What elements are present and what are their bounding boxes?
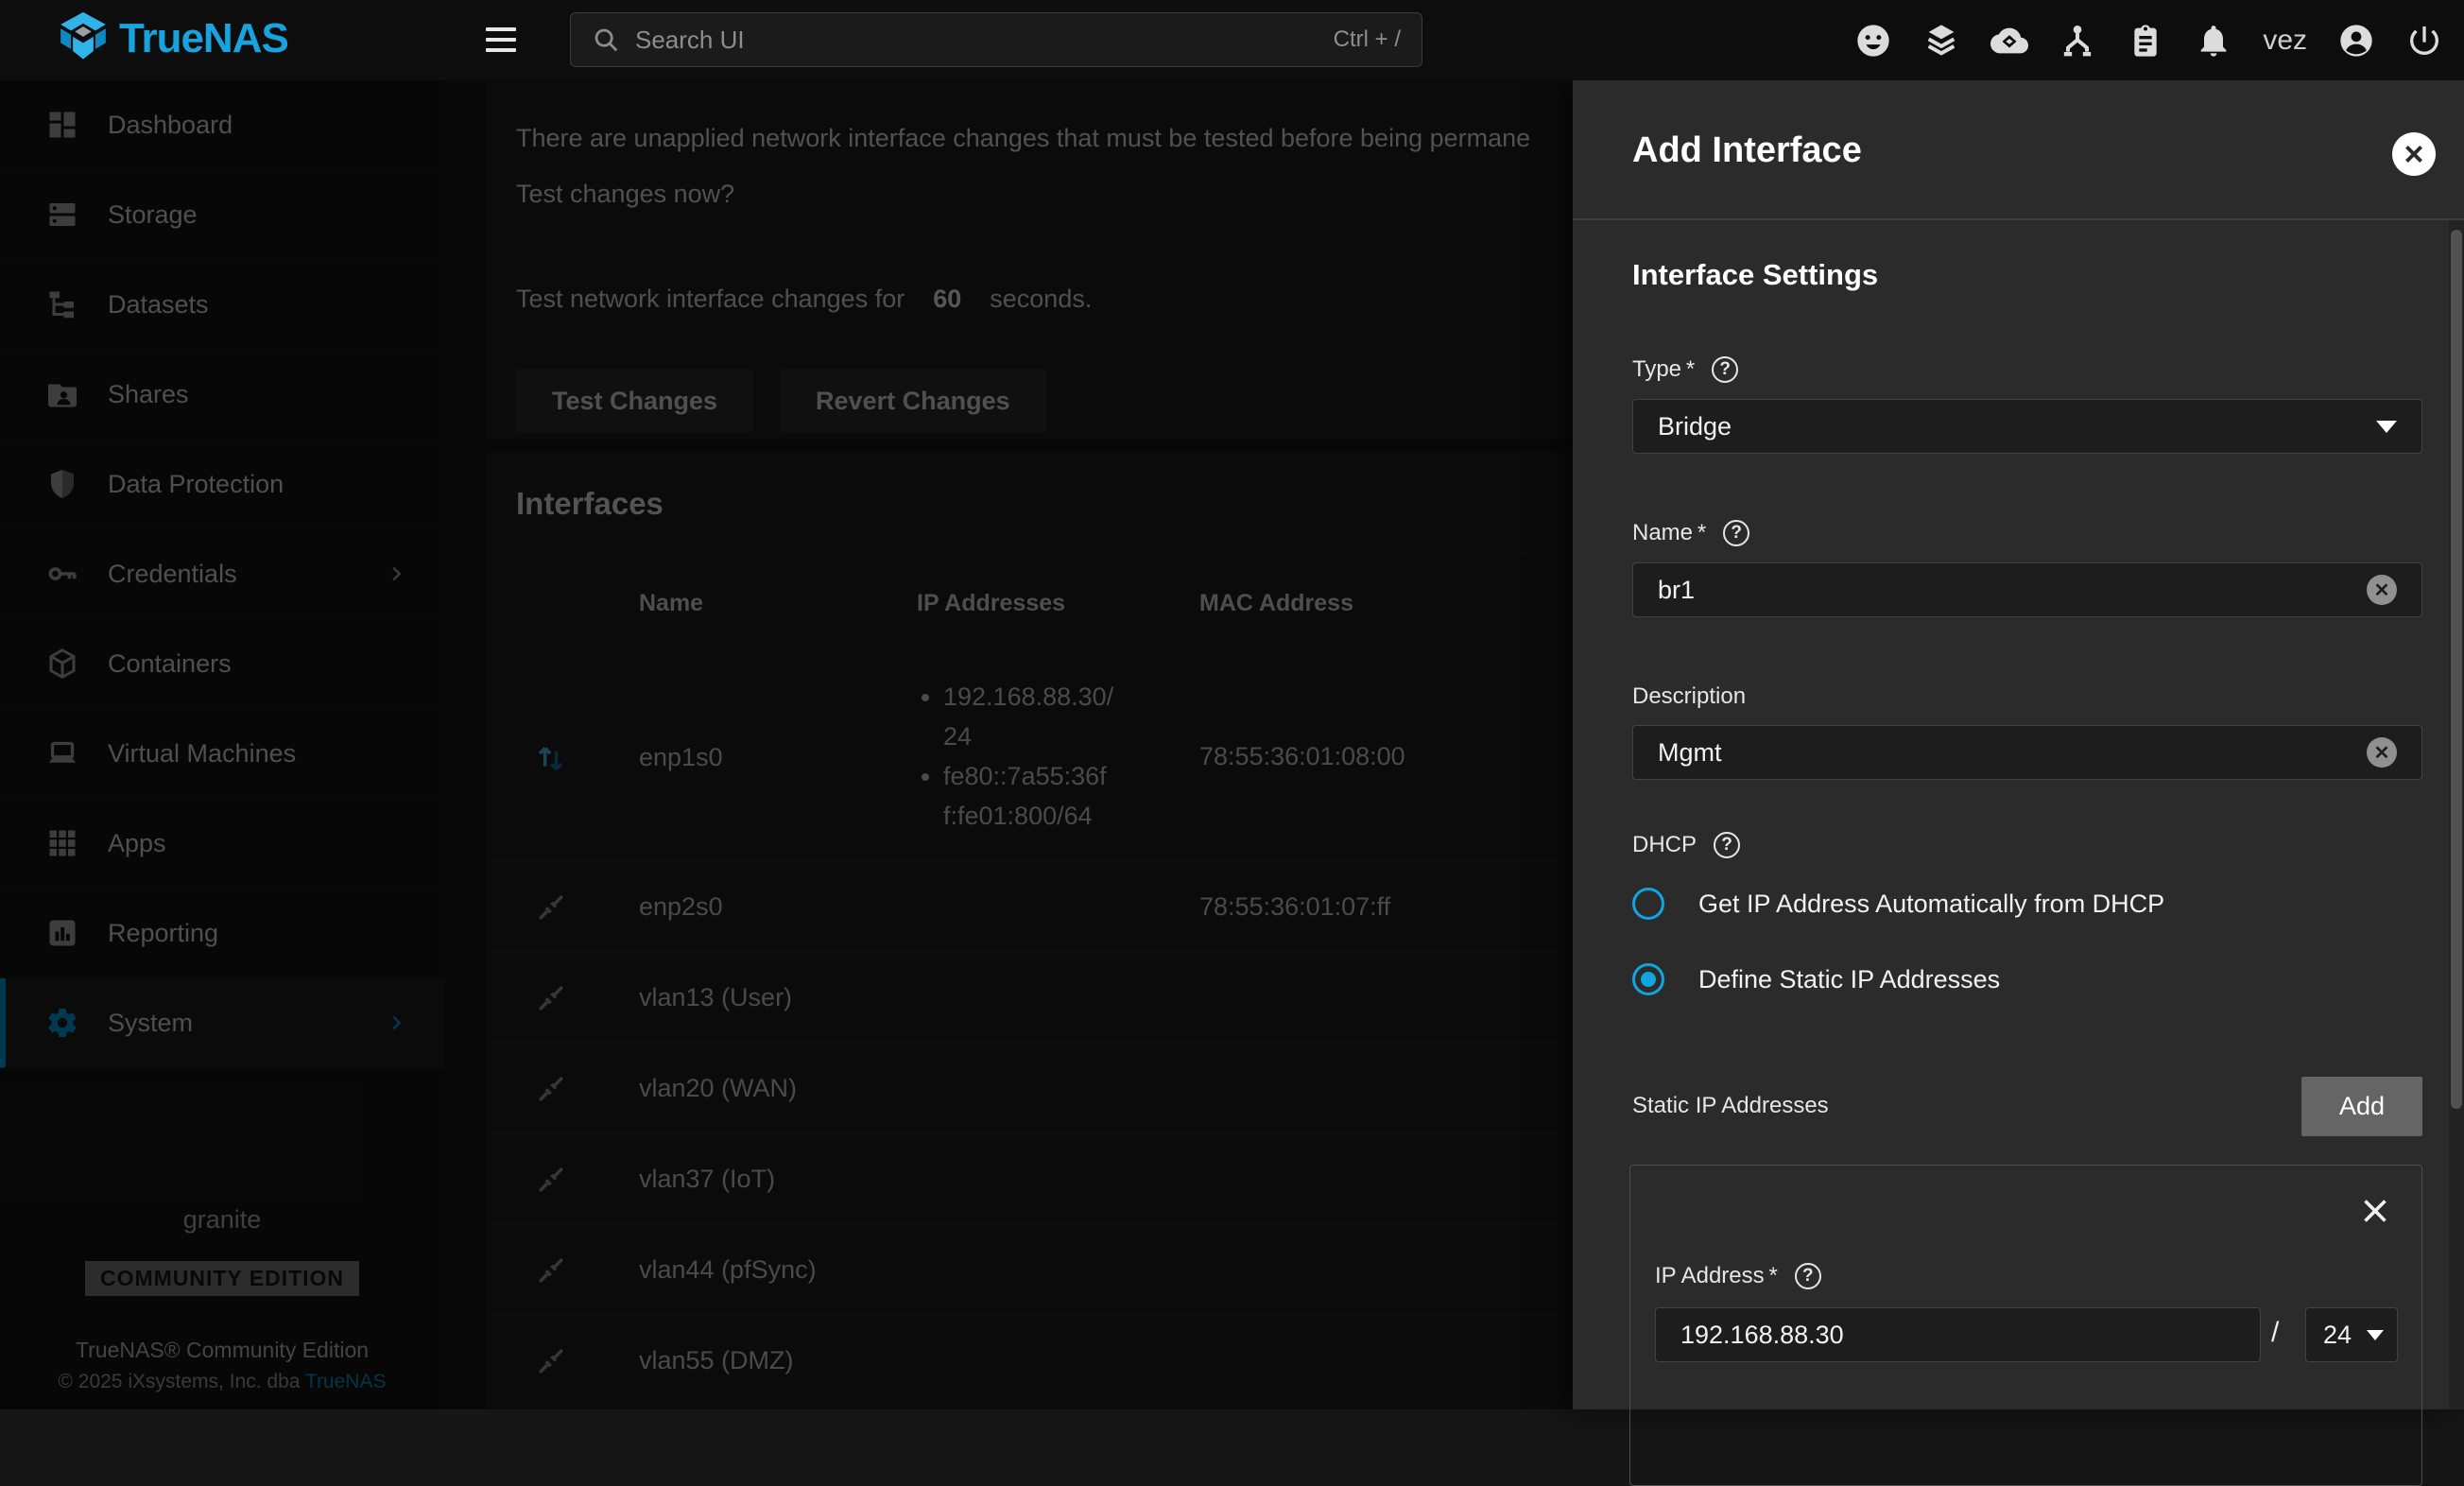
clear-input-icon[interactable]: ✕: [2367, 737, 2397, 768]
type-label-row: Type * ?: [1632, 356, 1738, 383]
cloud-connect-icon[interactable]: [1990, 22, 2028, 60]
truenas-logo-icon: [59, 11, 108, 66]
ip-address-label: IP Address *: [1655, 1263, 1778, 1289]
modal-backdrop[interactable]: [0, 80, 1573, 1409]
name-label-row: Name * ?: [1632, 520, 1749, 546]
chevron-down-icon: [2376, 421, 2397, 433]
clear-input-icon[interactable]: ✕: [2367, 575, 2397, 605]
radio-dhcp-static[interactable]: Define Static IP Addresses: [1632, 963, 2000, 995]
panel-scrollbar-track: [2449, 220, 2464, 1409]
truecommand-icon[interactable]: [1922, 22, 1960, 60]
user-avatar[interactable]: [2337, 22, 2375, 60]
close-icon[interactable]: [2392, 132, 2436, 176]
help-icon[interactable]: ?: [1723, 520, 1749, 546]
global-search[interactable]: Ctrl + /: [570, 12, 1422, 67]
ip-address-label-row: IP Address * ?: [1655, 1263, 1821, 1289]
help-icon[interactable]: ?: [1714, 832, 1740, 858]
static-ip-entry-card: IP Address * ? / 24: [1629, 1165, 2422, 1486]
dhcp-label-row: DHCP ?: [1632, 832, 1740, 858]
radio-selected-icon: [1632, 963, 1664, 995]
feedback-smiley-icon[interactable]: [1854, 22, 1892, 60]
notifications-bell-icon[interactable]: [2195, 22, 2232, 60]
ip-address-field: [1655, 1307, 2261, 1362]
description-label-row: Description: [1632, 683, 1746, 710]
tasks-clipboard-icon[interactable]: [2127, 22, 2164, 60]
remove-entry-icon[interactable]: [2358, 1194, 2392, 1228]
description-field: ✕: [1632, 725, 2422, 780]
topbar-actions: vez: [1854, 0, 2443, 80]
menu-hamburger-icon[interactable]: [486, 21, 522, 59]
radio-dhcp-auto[interactable]: Get IP Address Automatically from DHCP: [1632, 888, 2164, 920]
help-icon[interactable]: ?: [1795, 1263, 1821, 1289]
section-title: Interface Settings: [1632, 258, 1878, 292]
help-icon[interactable]: ?: [1712, 356, 1738, 383]
add-interface-panel: Add Interface Interface Settings Type * …: [1573, 80, 2464, 1409]
type-label: Type *: [1632, 356, 1695, 383]
add-static-ip-button[interactable]: Add: [2301, 1077, 2422, 1136]
ip-prefix-separator: /: [2271, 1317, 2279, 1349]
dhcp-label: DHCP: [1632, 832, 1697, 858]
power-icon[interactable]: [2405, 22, 2443, 60]
description-input[interactable]: [1658, 738, 2367, 768]
logo-text: TrueNAS: [119, 15, 288, 62]
panel-title: Add Interface: [1632, 80, 1862, 220]
search-input[interactable]: [635, 26, 1334, 55]
type-select[interactable]: Bridge: [1632, 399, 2422, 454]
jobs-icon[interactable]: [2059, 22, 2096, 60]
static-ip-label: Static IP Addresses: [1632, 1093, 1829, 1119]
prefix-length-select[interactable]: 24: [2305, 1307, 2398, 1362]
panel-header: Add Interface: [1573, 80, 2464, 220]
ip-address-input[interactable]: [1680, 1321, 2235, 1350]
search-shortcut-hint: Ctrl + /: [1334, 26, 1401, 53]
search-icon: [592, 26, 620, 54]
truenas-logo[interactable]: TrueNAS: [59, 11, 288, 66]
panel-scrollbar-thumb[interactable]: [2451, 230, 2462, 1109]
chevron-down-icon: [2367, 1330, 2384, 1340]
name-input[interactable]: [1658, 576, 2367, 605]
name-label: Name *: [1632, 520, 1706, 546]
top-bar: TrueNAS Ctrl + /: [0, 0, 2464, 80]
description-label: Description: [1632, 683, 1746, 710]
name-field: ✕: [1632, 562, 2422, 617]
static-ip-label-row: Static IP Addresses: [1632, 1093, 1829, 1119]
radio-unselected-icon: [1632, 888, 1664, 920]
hostname-label: vez: [2263, 25, 2307, 57]
